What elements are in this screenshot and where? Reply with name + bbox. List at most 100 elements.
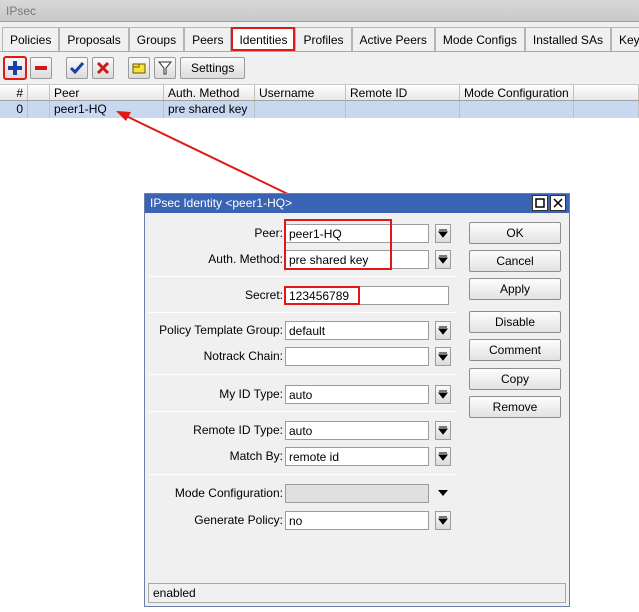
tab-policies[interactable]: Policies <box>2 27 60 51</box>
apply-button[interactable]: Apply <box>469 278 561 300</box>
match-by-row: Match By: remote id <box>149 445 451 467</box>
tab-proposals[interactable]: Proposals <box>59 27 129 51</box>
secret-label: Secret: <box>244 288 283 302</box>
dialog-title: IPsec Identity <peer1-HQ> <box>145 194 569 213</box>
row-number: 0 <box>0 101 28 118</box>
peer-field[interactable]: peer1-HQ <box>285 223 429 243</box>
filter-icon <box>157 61 173 75</box>
my-id-type-dropdown[interactable] <box>435 384 451 404</box>
generate-policy-row: Generate Policy: no <box>149 509 451 531</box>
secret-field[interactable]: 123456789 <box>285 285 449 305</box>
match-by-field[interactable]: remote id <box>285 446 429 466</box>
close-icon[interactable] <box>550 195 566 211</box>
comment-button[interactable] <box>128 57 150 79</box>
ipsec-identity-dialog: IPsec Identity <peer1-HQ> Peer: peer1-HQ… <box>144 193 570 607</box>
maximize-icon[interactable] <box>532 195 548 211</box>
policy-template-group-row: Policy Template Group: default <box>149 319 451 341</box>
row-remote-id <box>346 101 460 118</box>
row-flag <box>28 101 50 118</box>
dialog-title-text: IPsec Identity <peer1-HQ> <box>150 196 293 210</box>
auth-method-row: Auth. Method: pre shared key <box>149 248 451 270</box>
dropdown-arrow-icon <box>438 390 448 399</box>
match-by-label: Match By: <box>229 449 283 463</box>
disable-button[interactable] <box>92 57 114 79</box>
policy-template-group-field[interactable]: default <box>285 320 429 340</box>
tab-profiles[interactable]: Profiles <box>295 27 352 51</box>
minus-icon <box>35 66 47 70</box>
remote-id-type-dropdown[interactable] <box>435 420 451 440</box>
policy-template-group-dropdown[interactable] <box>435 320 451 340</box>
column-header[interactable]: # <box>0 85 28 100</box>
tab-active-peers[interactable]: Active Peers <box>351 27 435 51</box>
column-header[interactable] <box>28 85 50 100</box>
row-extra <box>574 101 639 118</box>
policy-template-group-label: Policy Template Group: <box>159 323 283 337</box>
row-peer: peer1-HQ <box>50 101 164 118</box>
remove-button[interactable] <box>30 57 52 79</box>
remove-button[interactable]: Remove <box>469 396 561 418</box>
dropdown-arrow-icon <box>438 452 448 461</box>
my-id-type-label: My ID Type: <box>219 387 283 401</box>
cancel-button[interactable]: Cancel <box>469 250 561 272</box>
notrack-chain-dropdown[interactable] <box>435 346 451 366</box>
auth-method-dropdown[interactable] <box>435 249 451 269</box>
plus-icon <box>8 61 22 75</box>
remote-id-type-field[interactable]: auto <box>285 420 429 440</box>
filter-button[interactable] <box>154 57 176 79</box>
dropdown-arrow-icon <box>438 426 448 435</box>
copy-button[interactable]: Copy <box>469 368 561 390</box>
auth-method-label: Auth. Method: <box>208 252 283 266</box>
disable-button[interactable]: Disable <box>469 311 561 333</box>
dropdown-arrow-icon <box>438 326 448 335</box>
remote-id-type-label: Remote ID Type: <box>193 423 283 437</box>
dropdown-arrow-icon <box>438 229 448 238</box>
window-title: IPsec <box>0 0 639 22</box>
tab-keys[interactable]: Keys <box>610 27 639 51</box>
my-id-type-row: My ID Type: auto <box>149 383 451 405</box>
match-by-dropdown[interactable] <box>435 446 451 466</box>
tab-installed-sas[interactable]: Installed SAs <box>524 27 611 51</box>
column-header[interactable]: Auth. Method <box>164 85 255 100</box>
column-header[interactable] <box>574 85 639 100</box>
toolbar: Settings <box>0 54 639 82</box>
ok-button[interactable]: OK <box>469 222 561 244</box>
notrack-chain-field[interactable] <box>285 346 429 366</box>
settings-button[interactable]: Settings <box>180 57 246 79</box>
tab-groups[interactable]: Groups <box>128 27 185 51</box>
remote-id-type-row: Remote ID Type: auto <box>149 419 451 441</box>
dropdown-arrow-icon <box>438 516 448 525</box>
notrack-chain-row: Notrack Chain: <box>149 345 451 367</box>
mode-configuration-field[interactable] <box>285 483 429 503</box>
row-mode-config <box>460 101 574 118</box>
tab-identities[interactable]: Identities <box>231 27 296 51</box>
enable-button[interactable] <box>66 57 88 79</box>
mode-configuration-dropdown[interactable] <box>435 484 451 503</box>
auth-method-field[interactable]: pre shared key <box>285 249 429 269</box>
x-icon <box>96 61 110 75</box>
column-header[interactable]: Username <box>255 85 346 100</box>
my-id-type-field[interactable]: auto <box>285 384 429 404</box>
generate-policy-field[interactable]: no <box>285 510 429 530</box>
dropdown-arrow-icon <box>438 490 448 496</box>
dropdown-arrow-icon <box>438 352 448 361</box>
table-header: # Peer Auth. Method Username Remote ID M… <box>0 84 639 101</box>
add-button[interactable] <box>3 56 27 80</box>
peer-row: Peer: peer1-HQ <box>149 222 451 244</box>
comment-button[interactable]: Comment <box>469 339 561 361</box>
tab-mode-configs[interactable]: Mode Configs <box>434 27 525 51</box>
tab-bar: Policies Proposals Groups Peers Identiti… <box>0 26 639 52</box>
row-username <box>255 101 346 118</box>
check-icon <box>69 62 85 75</box>
dropdown-arrow-icon <box>438 255 448 264</box>
note-icon <box>132 63 146 74</box>
secret-row: Secret: 123456789 <box>149 284 449 306</box>
column-header[interactable]: Peer <box>50 85 164 100</box>
table-row[interactable]: 0 peer1-HQ pre shared key <box>0 101 639 118</box>
peer-dropdown[interactable] <box>435 223 451 243</box>
column-header[interactable]: Remote ID <box>346 85 460 100</box>
tab-peers[interactable]: Peers <box>184 27 232 51</box>
generate-policy-label: Generate Policy: <box>194 513 283 527</box>
column-header[interactable]: Mode Configuration <box>460 85 574 100</box>
generate-policy-dropdown[interactable] <box>435 510 451 530</box>
row-auth-method: pre shared key <box>164 101 255 118</box>
